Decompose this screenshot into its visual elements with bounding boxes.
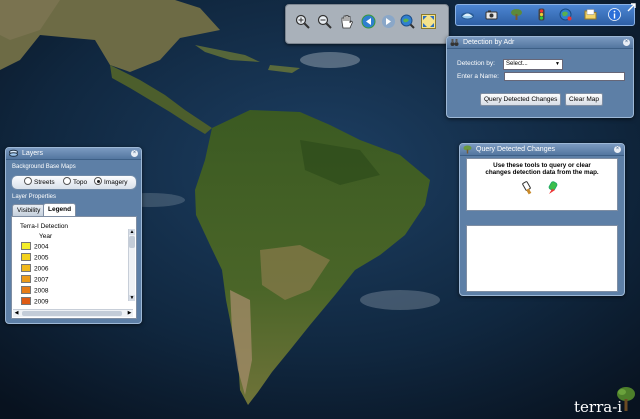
zoom-out-icon[interactable] xyxy=(317,14,332,29)
info-icon[interactable] xyxy=(608,8,621,21)
tab-visibility[interactable]: Visibility xyxy=(12,204,46,216)
basemap-icon[interactable] xyxy=(461,8,474,21)
name-input[interactable] xyxy=(504,72,625,81)
expand-view-icon[interactable] xyxy=(421,14,436,29)
query-detected-changes-button[interactable]: Query Detected Changes xyxy=(480,93,562,106)
tab-legend[interactable]: Legend xyxy=(43,203,77,216)
legend-item: 2006 xyxy=(21,264,48,273)
previous-extent-icon[interactable] xyxy=(361,14,376,29)
legend-swatch-2008 xyxy=(21,286,31,294)
legend-item: 2009 xyxy=(21,297,48,306)
radio-label: Streets xyxy=(34,179,55,186)
detection-panel: Detection by Adr × Detection by: Select.… xyxy=(446,36,634,118)
scroll-thumb[interactable] xyxy=(22,311,122,316)
legend-item: 2005 xyxy=(21,253,48,262)
zoom-in-icon[interactable] xyxy=(295,14,310,29)
detection-by-label: Detection by: xyxy=(457,60,495,67)
background-base-maps-label: Background Base Maps xyxy=(12,164,76,170)
traffic-light-icon[interactable] xyxy=(535,8,548,21)
legend-swatch-2005 xyxy=(21,253,31,261)
name-label: Enter a Name: xyxy=(457,73,499,80)
tree-icon[interactable] xyxy=(510,8,523,21)
navigation-toolbar xyxy=(285,4,449,44)
legend-swatch-2004 xyxy=(21,242,31,250)
full-extent-icon[interactable] xyxy=(400,14,415,29)
layers-panel-header[interactable]: Layers × xyxy=(6,148,141,160)
detection-by-select[interactable]: Select... ▼ xyxy=(503,59,563,70)
query-panel-header[interactable]: Query Detected Changes × xyxy=(460,144,624,156)
clear-tool-icon[interactable] xyxy=(547,181,559,195)
main-toolbar xyxy=(455,4,635,26)
binoculars-icon xyxy=(450,38,459,47)
radio-dot xyxy=(24,177,32,186)
detection-panel-title: Detection by Adr xyxy=(463,39,515,46)
detection-panel-header[interactable]: Detection by Adr × xyxy=(447,37,633,49)
clear-map-button[interactable]: Clear Map xyxy=(565,93,603,106)
legend-content: Terra-I Detection Year 2004 2005 2006 20… xyxy=(11,216,137,319)
scroll-thumb[interactable] xyxy=(129,236,135,248)
radio-dot-selected xyxy=(94,177,102,186)
basemap-imagery-radio[interactable]: Imagery xyxy=(94,177,128,187)
radio-label: Imagery xyxy=(104,179,128,186)
legend-item: 2007 xyxy=(21,275,48,284)
layer-properties-label: Layer Properties xyxy=(12,194,57,200)
query-tool-icon[interactable] xyxy=(522,181,534,195)
legend-swatch-2007 xyxy=(21,275,31,283)
radio-label: Topo xyxy=(73,179,88,186)
legend-vertical-scrollbar[interactable]: ▲ ▼ xyxy=(128,229,135,301)
chevron-down-icon: ▼ xyxy=(555,61,560,67)
close-layers-button[interactable]: × xyxy=(131,150,138,157)
tree-icon xyxy=(463,145,472,154)
query-instructions-line2: changes detection data from the map. xyxy=(485,169,599,176)
query-tools-box: Use these tools to query or clear change… xyxy=(466,158,618,211)
layers-panel: Layers × Background Base Maps Streets To… xyxy=(5,147,142,324)
close-detection-button[interactable]: × xyxy=(623,39,630,46)
folder-icon[interactable] xyxy=(584,8,597,21)
basemap-topo-radio[interactable]: Topo xyxy=(63,177,88,187)
query-panel-title: Query Detected Changes xyxy=(476,146,555,153)
scroll-right-arrow-icon[interactable]: ▶ xyxy=(126,310,133,317)
legend-swatch-2009 xyxy=(21,297,31,305)
globe-icon[interactable] xyxy=(559,8,572,21)
legend-title: Terra-I Detection xyxy=(20,223,69,230)
query-panel: Query Detected Changes × Use these tools… xyxy=(459,143,625,296)
terra-i-logo: terra-i xyxy=(574,386,636,416)
legend-swatch-2006 xyxy=(21,264,31,272)
logo-text: terra-i xyxy=(574,398,623,416)
layers-icon xyxy=(9,149,18,158)
layers-panel-title: Layers xyxy=(22,150,44,157)
basemap-radio-group: Streets Topo Imagery xyxy=(11,175,137,190)
scroll-up-arrow-icon[interactable]: ▲ xyxy=(129,229,135,235)
legend-item: 2004 xyxy=(21,242,48,251)
camera-icon[interactable] xyxy=(485,8,498,21)
basemap-streets-radio[interactable]: Streets xyxy=(24,177,55,187)
query-results-area xyxy=(466,225,618,292)
collapse-toolbar-icon[interactable] xyxy=(626,2,637,13)
scroll-down-arrow-icon[interactable]: ▼ xyxy=(129,295,135,301)
pan-hand-icon[interactable] xyxy=(339,14,354,29)
next-extent-icon[interactable] xyxy=(381,14,396,29)
scroll-left-arrow-icon[interactable]: ◀ xyxy=(13,310,20,317)
legend-subtitle: Year xyxy=(39,233,53,240)
legend-horizontal-scrollbar[interactable]: ◀ ▶ xyxy=(13,309,133,317)
radio-dot xyxy=(63,177,71,186)
tree-logo-icon xyxy=(617,387,635,411)
close-query-button[interactable]: × xyxy=(614,146,621,153)
legend-item: 2008 xyxy=(21,286,48,295)
query-instructions-line1: Use these tools to query or clear xyxy=(493,162,591,169)
select-value: Select... xyxy=(506,61,528,67)
